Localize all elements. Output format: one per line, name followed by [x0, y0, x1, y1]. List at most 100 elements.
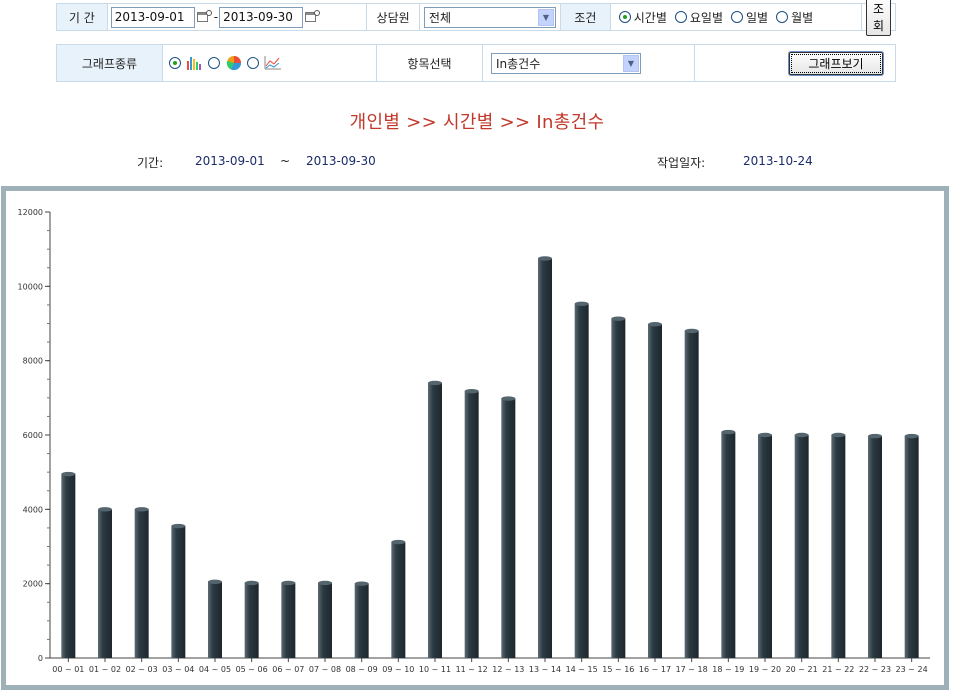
x-tick-label: 03 ~ 04 — [162, 665, 194, 674]
bar — [538, 258, 552, 658]
bar-cap — [904, 433, 919, 439]
x-tick-label: 14 ~ 15 — [566, 665, 598, 674]
radio-icon[interactable] — [169, 57, 181, 69]
condition-hourly[interactable]: 시간별 — [618, 9, 667, 26]
condition-label-text: 시간별 — [633, 10, 667, 25]
x-tick-label: 15 ~ 16 — [602, 665, 634, 674]
x-tick-label: 06 ~ 07 — [272, 665, 304, 674]
item-select[interactable]: In총건수 ▼ — [491, 52, 641, 74]
radio-icon[interactable] — [776, 11, 789, 23]
bar-cap — [684, 328, 699, 334]
bar-cap — [538, 256, 552, 261]
date-range: 2013-09-01 - 2013-09-30 — [108, 4, 368, 30]
x-tick-label: 19 ~ 20 — [749, 665, 781, 674]
x-tick-label: 02 ~ 03 — [126, 665, 158, 674]
bar-cap — [391, 539, 406, 545]
agent-select-cell: 전체 ▼ — [420, 4, 561, 30]
x-tick-label: 04 ~ 05 — [199, 665, 231, 674]
radio-icon[interactable] — [618, 11, 631, 23]
bar — [868, 436, 882, 658]
bar-cap — [758, 432, 772, 438]
y-tick-label: 2000 — [23, 580, 43, 589]
bar — [684, 330, 699, 658]
work-date: 2013-10-24 — [743, 154, 813, 168]
radio-icon[interactable] — [674, 11, 687, 23]
bar-cap — [208, 579, 222, 585]
x-tick-label: 09 ~ 10 — [382, 665, 414, 674]
graph-type-radios — [163, 45, 377, 81]
bar-cap — [244, 580, 259, 586]
bar — [464, 391, 479, 658]
bar — [98, 509, 112, 658]
pie-chart-icon[interactable] — [225, 55, 243, 71]
bar — [904, 436, 919, 658]
bar-cap — [611, 316, 626, 321]
start-date-input[interactable]: 2013-09-01 — [110, 6, 195, 28]
bar-cap — [721, 429, 736, 435]
bar-cap — [464, 388, 479, 394]
bar-chart-icon[interactable] — [186, 55, 204, 71]
x-tick-label: 05 ~ 06 — [236, 665, 268, 674]
condition-label-text: 일별 — [745, 10, 769, 25]
bar-cap — [428, 380, 442, 386]
bar — [61, 474, 76, 658]
bar — [208, 581, 222, 658]
calendar-icon[interactable] — [304, 10, 321, 24]
condition-monthly[interactable]: 월별 — [776, 9, 813, 26]
calendar-icon[interactable] — [196, 10, 212, 24]
x-tick-label: 13 ~ 14 — [529, 665, 561, 674]
view-graph-button[interactable]: 그래프보기 — [789, 51, 883, 75]
bar — [721, 432, 736, 658]
bar — [354, 583, 369, 658]
condition-label-text: 월별 — [791, 10, 814, 25]
bar — [428, 382, 442, 658]
graph-type-label: 그래프종류 — [57, 45, 163, 81]
filter-bar: 기 간 2013-09-01 - 2013-09-30 상담원 전체 ▼ 조건 … — [56, 0, 896, 36]
x-tick-label: 10 ~ 11 — [419, 665, 451, 674]
bar — [831, 435, 846, 658]
end-date-input[interactable]: 2013-09-30 — [219, 6, 304, 28]
chart-frame: 0 2000 4000 6000 8000 10000 12000 00 ~ 01 01 ~ 0… — [1, 186, 949, 690]
x-tick-label: 01 ~ 02 — [89, 665, 121, 674]
condition-daily[interactable]: 일별 — [730, 9, 769, 26]
bar-cap — [794, 432, 809, 438]
bar — [648, 324, 662, 658]
chevron-down-icon[interactable]: ▼ — [537, 8, 554, 26]
radio-icon[interactable] — [730, 11, 743, 23]
bar — [318, 582, 332, 658]
bar-cap — [574, 301, 589, 307]
graph-options-bar: 그래프종류 항목선택 In총건수 ▼ 그래프보기 — [56, 44, 896, 82]
radio-icon[interactable] — [208, 57, 220, 69]
bar — [171, 526, 186, 658]
bar — [574, 303, 589, 658]
y-tick-label: 8000 — [23, 357, 43, 366]
bar-cap — [61, 471, 76, 477]
bar — [134, 509, 149, 658]
search-button[interactable]: 조회 — [865, 0, 891, 36]
bar — [794, 435, 809, 658]
item-select-value: In총건수 — [496, 56, 541, 71]
y-tick-label: 0 — [38, 654, 43, 663]
period-label-text: 기간: — [137, 156, 164, 170]
condition-label-text: 요일별 — [689, 10, 723, 25]
condition-weekday[interactable]: 요일별 — [674, 9, 723, 26]
x-tick-label: 22 ~ 23 — [859, 665, 891, 674]
chevron-down-icon[interactable]: ▼ — [623, 54, 639, 72]
radio-icon[interactable] — [247, 57, 259, 69]
bar-cap — [134, 507, 149, 512]
bar — [611, 318, 626, 658]
y-tick-label: 10000 — [18, 282, 43, 291]
x-tick-label: 18 ~ 19 — [712, 665, 744, 674]
bar-cap — [354, 581, 369, 586]
bar — [281, 582, 296, 658]
condition-label: 조건 — [560, 4, 611, 30]
period-label: 기 간 — [57, 4, 108, 30]
agent-select[interactable]: 전체 ▼ — [423, 6, 556, 28]
date-separator: - — [213, 10, 219, 24]
period-end: 2013-09-30 — [306, 154, 376, 168]
bar-chart: 0 2000 4000 6000 8000 10000 12000 00 ~ 01 01 ~ 0… — [18, 208, 930, 674]
line-chart-icon[interactable] — [264, 55, 282, 71]
page-title: 개인별 >> 시간별 >> In총건수 — [349, 112, 605, 133]
x-tick-label: 11 ~ 12 — [456, 665, 488, 674]
bar-cap — [831, 432, 846, 438]
